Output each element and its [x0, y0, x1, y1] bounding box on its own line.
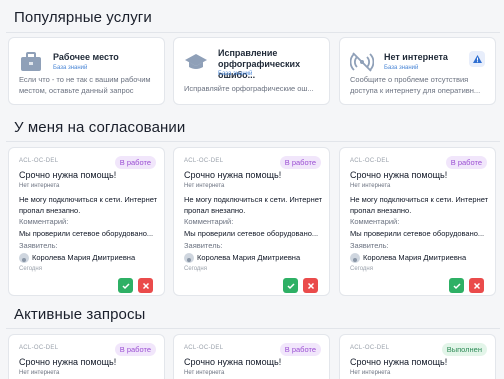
graduation-cap-icon — [184, 51, 208, 73]
status-badge: В работе — [114, 343, 156, 356]
approvals-heading: У меня на согласовании — [14, 119, 186, 136]
service-card-workplace[interactable]: Рабочее место База знаний Если что - то … — [8, 37, 165, 105]
knowledge-base-link[interactable]: База знаний — [384, 65, 418, 71]
request-title: Срочно нужна помощь! — [350, 357, 448, 367]
request-title: Срочно нужна помощь! — [350, 170, 448, 180]
check-icon — [121, 282, 130, 289]
service-title-line2: орфографических ошибо... — [218, 59, 301, 80]
request-title: Срочно нужна помощь! — [184, 357, 282, 367]
check-icon — [452, 282, 461, 289]
reject-button[interactable] — [138, 278, 153, 293]
active-request-card[interactable]: ACL-OC-DEL Выполнен Срочно нужна помощь!… — [339, 334, 496, 379]
knowledge-base-link[interactable]: База знаний — [218, 71, 252, 77]
avatar — [184, 253, 194, 263]
applicant-label: Заявитель: — [19, 241, 58, 250]
status-badge: В работе — [279, 156, 321, 169]
close-icon — [142, 282, 149, 289]
service-description: Сообщите о проблеме отсутствия доступа к… — [350, 75, 481, 95]
service-title: Нет интернета — [384, 52, 448, 62]
check-icon — [286, 282, 295, 289]
close-icon — [307, 282, 314, 289]
avatar — [19, 253, 29, 263]
comment-label: Комментарий: — [19, 217, 69, 226]
request-title: Срочно нужна помощь! — [19, 357, 117, 367]
popular-services-heading: Популярные услуги — [14, 9, 152, 26]
no-signal-icon — [349, 51, 375, 73]
request-category: Нет интернета — [19, 370, 60, 376]
request-category: Нет интернета — [350, 370, 391, 376]
request-id: ACL-OC-DEL — [350, 345, 390, 351]
service-card-spelling[interactable]: Исправление орфографических ошибо... Баз… — [173, 37, 330, 105]
approve-button[interactable] — [283, 278, 298, 293]
warning-icon — [469, 51, 485, 67]
request-date: Сегодня — [350, 266, 373, 272]
status-badge: Выполнен — [441, 343, 487, 356]
applicant-name: Королева Мария Дмитриевна — [32, 253, 136, 262]
service-title: Рабочее место — [53, 52, 119, 62]
approval-card[interactable]: ACL-OC-DEL В работе Срочно нужна помощь!… — [339, 147, 496, 296]
request-title: Срочно нужна помощь! — [184, 170, 282, 180]
comment-text: Мы проверили сетевое оборудовано... — [184, 229, 319, 238]
knowledge-base-link[interactable]: База знаний — [53, 65, 87, 71]
request-id: ACL-OC-DEL — [184, 345, 224, 351]
applicant-label: Заявитель: — [350, 241, 389, 250]
service-card-internet[interactable]: Нет интернета База знаний Сообщите о про… — [339, 37, 496, 105]
request-category: Нет интернета — [350, 183, 391, 189]
applicant-name: Королева Мария Дмитриевна — [197, 253, 301, 262]
active-requests-heading: Активные запросы — [14, 306, 146, 323]
approval-card[interactable]: ACL-OC-DEL В работе Срочно нужна помощь!… — [173, 147, 330, 296]
approve-button[interactable] — [449, 278, 464, 293]
request-description: Не могу подключиться к сети. Интернет пр… — [184, 195, 323, 215]
approval-card[interactable]: ACL-OC-DEL В работе Срочно нужна помощь!… — [8, 147, 165, 296]
service-description: Если что - то не так с вашим рабочим мес… — [19, 75, 151, 95]
request-id: ACL-OC-DEL — [19, 345, 59, 351]
request-id: ACL-OC-DEL — [350, 158, 390, 164]
request-category: Нет интернета — [184, 370, 225, 376]
request-category: Нет интернета — [184, 183, 225, 189]
active-request-card[interactable]: ACL-OC-DEL В работе Срочно нужна помощь!… — [173, 334, 330, 379]
request-title: Срочно нужна помощь! — [19, 170, 117, 180]
status-badge: В работе — [445, 156, 487, 169]
applicant-name: Королева Мария Дмитриевна — [363, 253, 467, 262]
request-category: Нет интернета — [19, 183, 60, 189]
divider — [6, 328, 500, 329]
reject-button[interactable] — [303, 278, 318, 293]
request-description: Не могу подключиться к сети. Интернет пр… — [19, 195, 158, 215]
applicant-label: Заявитель: — [184, 241, 223, 250]
status-badge: В работе — [114, 156, 156, 169]
comment-text: Мы проверили сетевое оборудовано... — [19, 229, 154, 238]
avatar — [350, 253, 360, 263]
comment-text: Мы проверили сетевое оборудовано... — [350, 229, 485, 238]
reject-button[interactable] — [469, 278, 484, 293]
divider — [6, 32, 500, 33]
briefcase-icon — [19, 51, 43, 73]
request-description: Не могу подключиться к сети. Интернет пр… — [350, 195, 489, 215]
request-date: Сегодня — [19, 266, 42, 272]
service-title-line1: Исправление — [218, 48, 278, 58]
request-date: Сегодня — [184, 266, 207, 272]
request-id: ACL-OC-DEL — [184, 158, 224, 164]
comment-label: Комментарий: — [350, 217, 400, 226]
divider — [6, 141, 500, 142]
service-description: Исправляйте орфографические ош... — [184, 84, 314, 93]
comment-label: Комментарий: — [184, 217, 234, 226]
close-icon — [473, 282, 480, 289]
status-badge: В работе — [279, 343, 321, 356]
active-request-card[interactable]: ACL-OC-DEL В работе Срочно нужна помощь!… — [8, 334, 165, 379]
approve-button[interactable] — [118, 278, 133, 293]
request-id: ACL-OC-DEL — [19, 158, 59, 164]
